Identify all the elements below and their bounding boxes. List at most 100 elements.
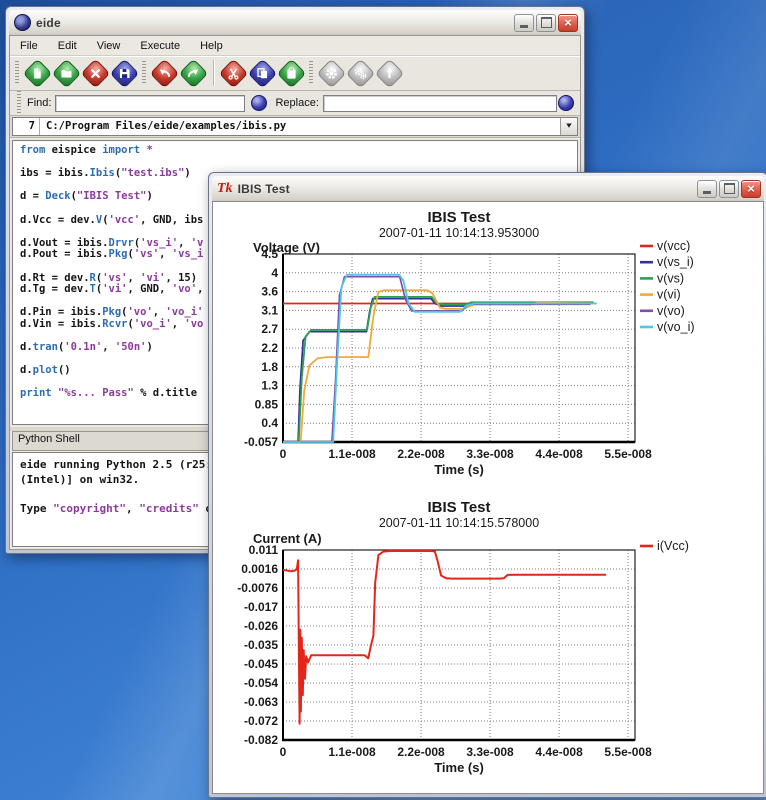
menu-file[interactable]: File <box>20 40 38 52</box>
close-file-button[interactable] <box>82 60 109 87</box>
new-file-button[interactable] <box>24 60 51 87</box>
replace-label: Replace: <box>275 97 318 109</box>
x-tick-label: 4.4e-008 <box>535 447 583 461</box>
legend-label: v(vi) <box>657 288 681 302</box>
file-index: 7 <box>13 118 40 135</box>
close-button[interactable]: × <box>741 180 761 198</box>
toolbar-gripper[interactable] <box>309 61 313 85</box>
x-tick-label: 1.1e-008 <box>328 447 376 461</box>
y-tick-label: -0.0076 <box>237 581 278 595</box>
replace-input[interactable] <box>323 95 557 112</box>
y-tick-label: -0.017 <box>244 600 278 614</box>
find-go-button[interactable] <box>251 95 267 111</box>
legend-label: v(vo_i) <box>657 320 695 334</box>
y-tick-label: 3.6 <box>261 285 278 299</box>
x-tick-label: 0 <box>280 447 287 461</box>
find-label: Find: <box>27 97 51 109</box>
save-file-button[interactable] <box>111 60 138 87</box>
scissors-icon <box>227 67 240 80</box>
maximize-button[interactable] <box>719 180 739 198</box>
menu-help[interactable]: Help <box>200 40 223 52</box>
eide-window-title: eide <box>36 16 509 30</box>
eide-app-icon <box>14 14 31 31</box>
x-tick-label: 2.2e-008 <box>397 447 445 461</box>
y-tick-label: 0.0016 <box>241 562 278 576</box>
y-tick-label: -0.082 <box>244 733 278 747</box>
file-selector-bar: 7 C:/Program Files/eide/examples/ibis.py… <box>10 116 580 138</box>
y-tick-label: 0.4 <box>261 416 278 430</box>
plot-window-title: IBIS Test <box>238 182 692 196</box>
minimize-icon <box>703 191 711 194</box>
y-tick-label: -0.057 <box>244 435 278 449</box>
minimize-icon <box>520 25 528 28</box>
toolbar-gripper[interactable] <box>15 61 19 85</box>
arrow-up-icon <box>383 67 396 80</box>
combobox-dropdown-button[interactable]: ▼ <box>560 118 577 135</box>
y-tick-label: 2.7 <box>261 322 278 336</box>
run-button[interactable] <box>318 60 345 87</box>
menu-edit[interactable]: Edit <box>58 40 77 52</box>
y-tick-label: -0.045 <box>244 657 278 671</box>
legend-label: v(vo) <box>657 304 685 318</box>
gear-icon <box>325 67 338 80</box>
paste-button[interactable] <box>278 60 305 87</box>
legend-label: v(vcc) <box>657 239 690 253</box>
y-tick-label: -0.054 <box>244 676 278 690</box>
close-button[interactable]: × <box>558 14 578 32</box>
open-file-button[interactable] <box>53 60 80 87</box>
y-tick-label: 0.011 <box>249 543 279 557</box>
eide-menubar: File Edit View Execute Help <box>10 36 580 56</box>
copy-button[interactable] <box>249 60 276 87</box>
x-tick-label: 2.2e-008 <box>397 745 445 759</box>
toolbar-separator <box>213 60 214 86</box>
x-tick-label: 1.1e-008 <box>328 745 376 759</box>
desktop: eide × File Edit View Execute Help Find: Rep… <box>0 0 766 800</box>
copy-pages-icon <box>256 67 269 80</box>
find-input[interactable] <box>55 95 245 112</box>
y-tick-label: 2.2 <box>261 341 278 355</box>
eide-titlebar[interactable]: eide × <box>9 10 581 35</box>
plot-client-area: IBIS Test2007-01-11 10:14:13.953000Volta… <box>212 201 764 794</box>
plot-window: Tk IBIS Test × IBIS Test2007-01-11 10:14… <box>208 172 766 798</box>
x-tick-label: 3.3e-008 <box>466 745 514 759</box>
chart-title: IBIS Test <box>427 499 490 516</box>
minimize-button[interactable] <box>697 180 717 198</box>
plot-titlebar[interactable]: Tk IBIS Test × <box>212 176 764 201</box>
maximize-button[interactable] <box>536 14 556 32</box>
menu-execute[interactable]: Execute <box>140 40 180 52</box>
tk-app-icon: Tk <box>217 182 233 196</box>
x-tick-label: 5.5e-008 <box>604 745 652 759</box>
paste-clipboard-icon <box>285 67 298 80</box>
redo-button[interactable] <box>180 60 207 87</box>
y-tick-label: 0.85 <box>255 397 279 411</box>
y-tick-label: 4 <box>271 266 278 280</box>
gears-icon <box>354 67 367 80</box>
undo-button[interactable] <box>151 60 178 87</box>
chart-canvas: IBIS Test2007-01-11 10:14:13.953000Volta… <box>213 202 757 491</box>
undo-arrow-icon <box>158 67 171 80</box>
y-tick-label: 3.1 <box>261 303 278 317</box>
x-tick-label: 4.4e-008 <box>535 745 583 759</box>
open-folder-icon <box>60 67 73 80</box>
run-options-button[interactable] <box>347 60 374 87</box>
close-icon: × <box>564 16 572 29</box>
y-tick-label: 1.3 <box>261 379 278 393</box>
chevron-down-icon: ▼ <box>566 121 571 133</box>
maximize-icon <box>541 17 552 28</box>
x-tick-label: 5.5e-008 <box>604 447 652 461</box>
x-axis-label: Time (s) <box>434 760 484 775</box>
step-button[interactable] <box>376 60 403 87</box>
file-path: C:/Program Files/eide/examples/ibis.py <box>40 118 560 135</box>
y-tick-label: -0.063 <box>244 695 278 709</box>
open-file-combobox[interactable]: 7 C:/Program Files/eide/examples/ibis.py… <box>12 117 578 136</box>
x-axis-label: Time (s) <box>434 462 484 477</box>
toolbar-gripper[interactable] <box>17 91 21 115</box>
cut-button[interactable] <box>220 60 247 87</box>
toolbar-gripper[interactable] <box>142 61 146 85</box>
x-tick-label: 3.3e-008 <box>466 447 514 461</box>
chart-subtitle: 2007-01-11 10:14:15.578000 <box>379 516 539 530</box>
replace-go-button[interactable] <box>558 95 574 111</box>
menu-view[interactable]: View <box>97 40 121 52</box>
maximize-icon <box>724 183 735 194</box>
minimize-button[interactable] <box>514 14 534 32</box>
